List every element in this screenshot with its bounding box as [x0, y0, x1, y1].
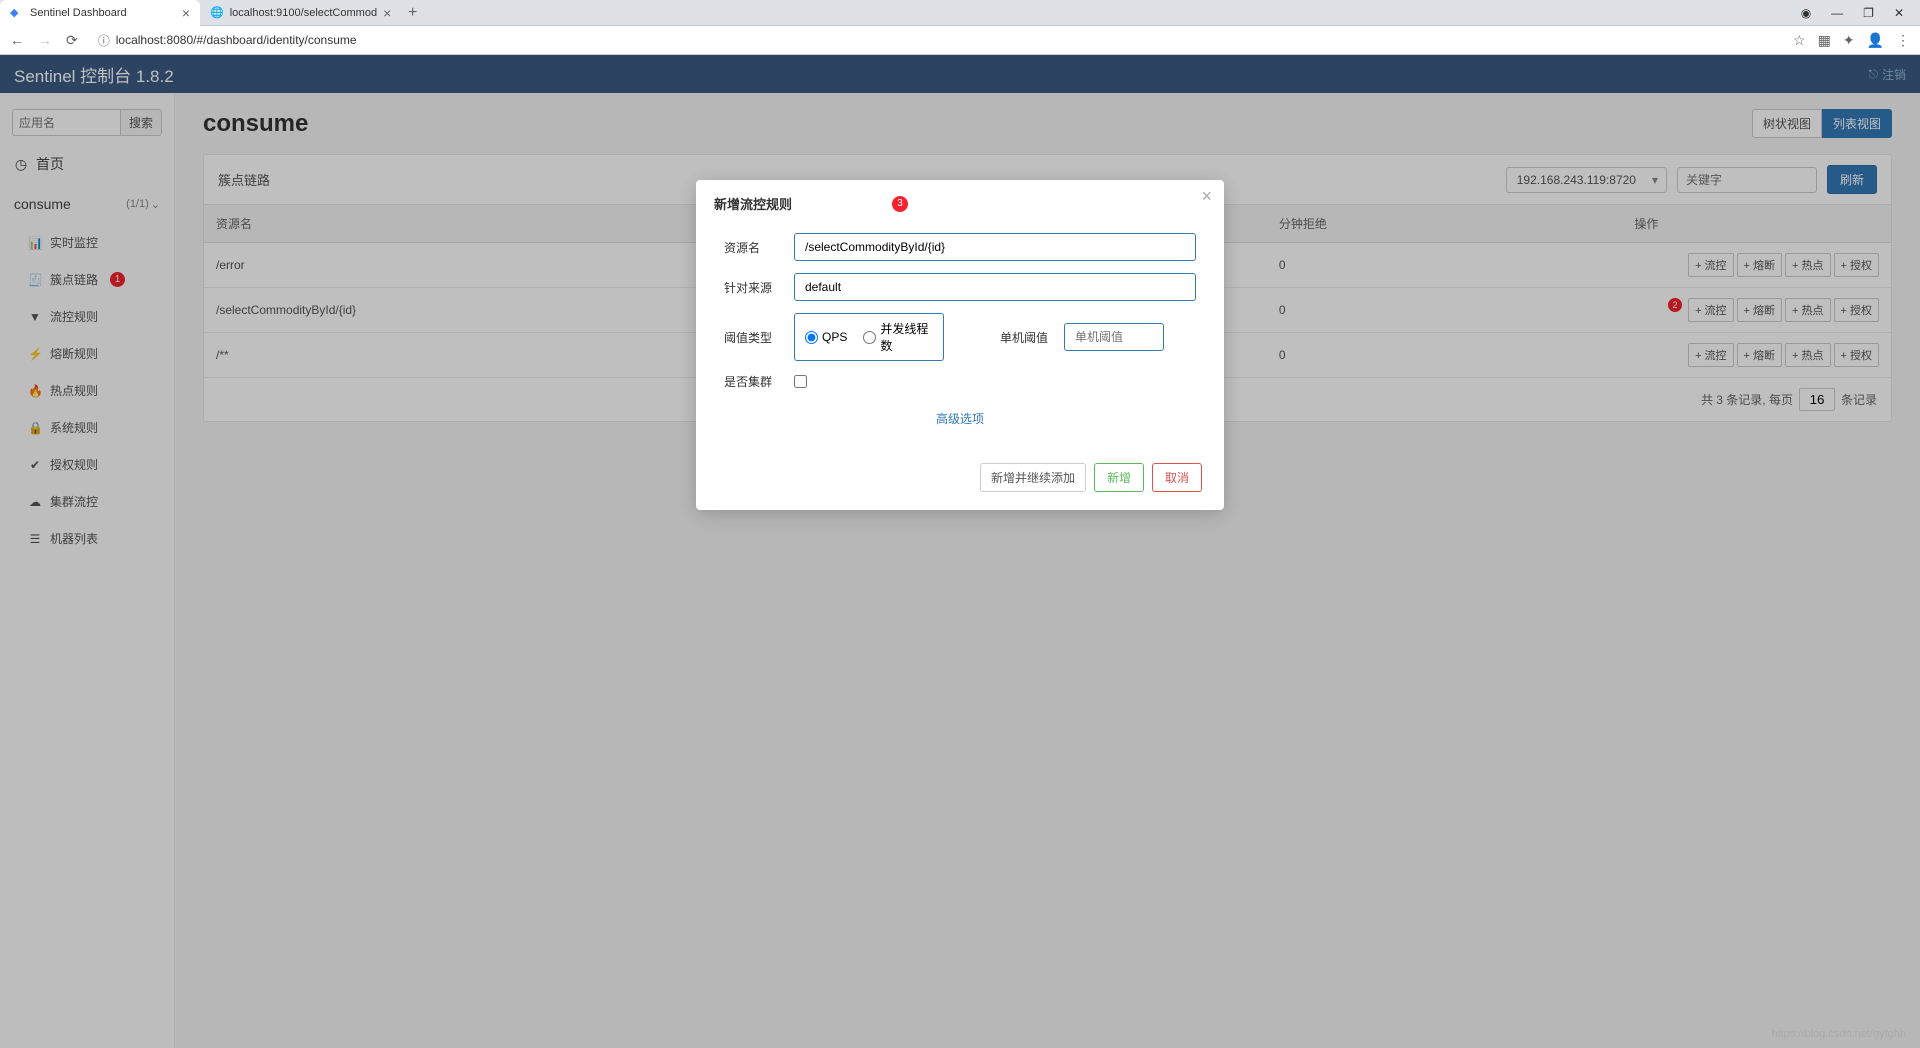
add-button[interactable]: 新增: [1094, 463, 1144, 492]
toolbar-icons: ☆ ▦ ✦ 👤 ⋮: [1793, 32, 1910, 49]
threshold-input[interactable]: [1064, 323, 1164, 351]
nav-buttons: ← → ⟳: [10, 32, 78, 49]
star-icon[interactable]: ☆: [1793, 32, 1806, 49]
add-continue-button[interactable]: 新增并继续添加: [980, 463, 1086, 492]
globe-icon: 🌐: [210, 6, 224, 20]
menu-icon[interactable]: ⋮: [1896, 32, 1910, 49]
sentinel-favicon: ◆: [10, 6, 24, 20]
close-icon[interactable]: ×: [182, 5, 190, 21]
step-badge: 3: [892, 196, 908, 212]
modal-footer: 新增并继续添加 新增 取消: [696, 451, 1224, 510]
puzzle-icon[interactable]: ✦: [1843, 32, 1855, 49]
label-threshold: 单机阈值: [1000, 329, 1048, 346]
source-input[interactable]: [794, 273, 1196, 301]
reload-button[interactable]: ⟳: [66, 32, 78, 49]
resource-input[interactable]: [794, 233, 1196, 261]
browser-address-bar: ← → ⟳ ⓘ localhost:8080/#/dashboard/ident…: [0, 26, 1920, 55]
cluster-checkbox[interactable]: [794, 375, 807, 388]
site-info-icon[interactable]: ⓘ: [98, 32, 110, 49]
incognito-icon: ◉: [1801, 6, 1811, 20]
browser-tab-active[interactable]: ◆ Sentinel Dashboard ×: [0, 0, 200, 26]
url-text: localhost:8080/#/dashboard/identity/cons…: [116, 33, 357, 47]
tab-title: localhost:9100/selectCommod: [230, 7, 377, 19]
browser-tab-inactive[interactable]: 🌐 localhost:9100/selectCommod ×: [200, 0, 400, 26]
radio-qps[interactable]: QPS: [805, 330, 847, 344]
cancel-button[interactable]: 取消: [1152, 463, 1202, 492]
label-type: 阈值类型: [724, 329, 794, 346]
url-bar[interactable]: ⓘ localhost:8080/#/dashboard/identity/co…: [88, 32, 1783, 49]
radio-thread[interactable]: 并发线程数: [863, 320, 933, 354]
tab-title: Sentinel Dashboard: [30, 7, 127, 19]
watermark: https://blog.csdn.net/gyfghh: [1771, 1028, 1906, 1040]
modal-header: 新增流控规则 3 ×: [696, 180, 1224, 227]
modal-title: 新增流控规则: [714, 194, 792, 213]
minimize-button[interactable]: —: [1831, 6, 1843, 20]
modal-overlay: 新增流控规则 3 × 资源名 针对来源 阈值类型 QPS 并发线程数 单: [0, 55, 1920, 1048]
modal-close-button[interactable]: ×: [1201, 186, 1212, 207]
modal-body: 资源名 针对来源 阈值类型 QPS 并发线程数 单机阈值 是否: [696, 227, 1224, 451]
add-flow-rule-modal: 新增流控规则 3 × 资源名 针对来源 阈值类型 QPS 并发线程数 单: [696, 180, 1224, 510]
forward-button[interactable]: →: [38, 32, 52, 49]
new-tab-button[interactable]: +: [400, 4, 425, 22]
browser-tab-bar: ◆ Sentinel Dashboard × 🌐 localhost:9100/…: [0, 0, 1920, 26]
threshold-type-group: QPS 并发线程数: [794, 313, 944, 361]
maximize-button[interactable]: ❐: [1863, 6, 1874, 20]
profile-icon[interactable]: 👤: [1867, 32, 1884, 49]
label-resource: 资源名: [724, 239, 794, 256]
close-icon[interactable]: ×: [383, 5, 391, 21]
label-source: 针对来源: [724, 279, 794, 296]
close-window-button[interactable]: ✕: [1894, 6, 1904, 20]
back-button[interactable]: ←: [10, 32, 24, 49]
extension-icon[interactable]: ▦: [1818, 32, 1831, 49]
label-cluster: 是否集群: [724, 373, 794, 390]
window-controls: ◉ — ❐ ✕: [1801, 6, 1920, 20]
advanced-options-link[interactable]: 高级选项: [724, 402, 1196, 435]
